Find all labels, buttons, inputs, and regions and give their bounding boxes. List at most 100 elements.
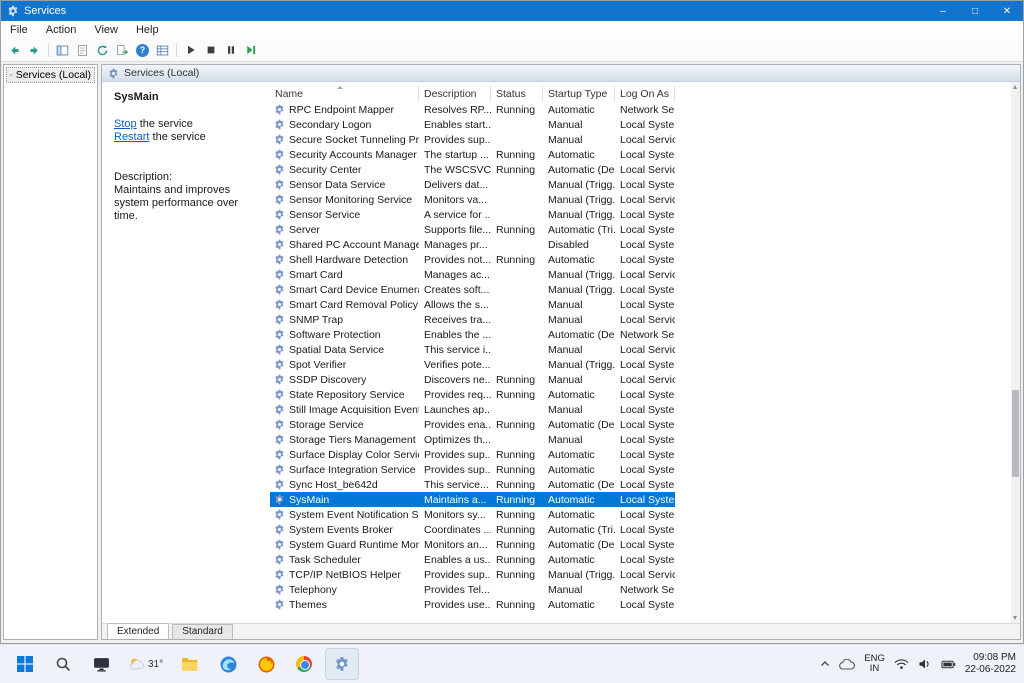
- table-row[interactable]: Software ProtectionEnables the ...Automa…: [270, 327, 675, 342]
- table-row[interactable]: Sensor Monitoring ServiceMonitors va...M…: [270, 192, 675, 207]
- column-header-name[interactable]: Name: [270, 86, 419, 102]
- widgets-weather-button[interactable]: 31°: [122, 648, 169, 680]
- table-row[interactable]: Shared PC Account ManagerManages pr...Di…: [270, 237, 675, 252]
- scrollbar-thumb[interactable]: [1012, 390, 1019, 477]
- table-row[interactable]: System Events BrokerCoordinates ...Runni…: [270, 522, 675, 537]
- service-description: Enables start...: [419, 119, 491, 131]
- clock[interactable]: 09:08 PM22-06-2022: [965, 652, 1016, 676]
- table-row[interactable]: Smart Card Removal PolicyAllows the s...…: [270, 297, 675, 312]
- table-row[interactable]: Surface Display Color ServiceProvides su…: [270, 447, 675, 462]
- table-row[interactable]: SysMainMaintains a...RunningAutomaticLoc…: [270, 492, 675, 507]
- table-row[interactable]: Spot VerifierVerifies pote...Manual (Tri…: [270, 357, 675, 372]
- tree-item-services-local[interactable]: Services (Local): [6, 67, 95, 83]
- console-tree-toggle-button[interactable]: [53, 41, 72, 60]
- services-taskbar-button[interactable]: [325, 648, 359, 680]
- menu-file[interactable]: File: [1, 22, 37, 38]
- title-bar[interactable]: Services – □ ✕: [1, 1, 1023, 21]
- close-button[interactable]: ✕: [991, 1, 1023, 21]
- service-log-on-as: Local Service: [615, 569, 675, 581]
- maximize-button[interactable]: □: [959, 1, 991, 21]
- table-row[interactable]: Sync Host_be642dThis service...RunningAu…: [270, 477, 675, 492]
- search-button[interactable]: [46, 648, 80, 680]
- help-button[interactable]: ?: [133, 41, 152, 60]
- menu-view[interactable]: View: [85, 22, 127, 38]
- refresh-button[interactable]: [93, 41, 112, 60]
- minimize-button[interactable]: –: [927, 1, 959, 21]
- scroll-up-icon[interactable]: [1013, 85, 1017, 89]
- table-row[interactable]: State Repository ServiceProvides req...R…: [270, 387, 675, 402]
- table-row[interactable]: TCP/IP NetBIOS HelperProvides sup...Runn…: [270, 567, 675, 582]
- service-startup-type: Manual: [543, 314, 615, 326]
- scroll-down-icon[interactable]: [1013, 616, 1017, 620]
- firefox-button[interactable]: [249, 648, 283, 680]
- service-log-on-as: Local Service: [615, 194, 675, 206]
- service-log-on-as: Network Se...: [615, 104, 675, 116]
- service-startup-type: Manual (Trigg...: [543, 269, 615, 281]
- table-row[interactable]: System Event Notification S...Monitors s…: [270, 507, 675, 522]
- stop-service-button[interactable]: [201, 41, 220, 60]
- volume-button[interactable]: [918, 658, 932, 670]
- back-button[interactable]: [5, 41, 24, 60]
- table-row[interactable]: Secondary LogonEnables start...ManualLoc…: [270, 117, 675, 132]
- edge-button[interactable]: [211, 648, 245, 680]
- language-indicator[interactable]: ENGIN: [864, 654, 885, 674]
- service-description: Provides sup...: [419, 449, 491, 461]
- column-header-description[interactable]: Description: [419, 86, 491, 102]
- battery-button[interactable]: [941, 658, 956, 671]
- desktop-app-button[interactable]: [84, 648, 118, 680]
- service-log-on-as: Local System: [615, 284, 675, 296]
- table-row[interactable]: SSDP DiscoveryDiscovers ne...RunningManu…: [270, 372, 675, 387]
- file-explorer-button[interactable]: [173, 648, 207, 680]
- table-row[interactable]: Still Image Acquisition EventsLaunches a…: [270, 402, 675, 417]
- wifi-button[interactable]: [894, 658, 909, 670]
- export-list-button[interactable]: [113, 41, 132, 60]
- table-row[interactable]: Secure Socket Tunneling Pro...Provides s…: [270, 132, 675, 147]
- service-startup-type: Manual (Trigg...: [543, 194, 615, 206]
- table-row[interactable]: Task SchedulerEnables a us...RunningAuto…: [270, 552, 675, 567]
- properties-button[interactable]: [73, 41, 92, 60]
- restart-service-button[interactable]: [241, 41, 260, 60]
- table-row[interactable]: Security CenterThe WSCSVC...RunningAutom…: [270, 162, 675, 177]
- table-row[interactable]: Sensor ServiceA service for ...Manual (T…: [270, 207, 675, 222]
- menu-action[interactable]: Action: [37, 22, 86, 38]
- window-title: Services: [24, 5, 66, 17]
- console-tree-icon: [56, 44, 69, 57]
- vertical-scrollbar[interactable]: [1011, 82, 1020, 623]
- table-row[interactable]: ThemesProvides use...RunningAutomaticLoc…: [270, 597, 675, 612]
- pause-service-button[interactable]: [221, 41, 240, 60]
- stop-service-link[interactable]: Stop: [114, 118, 137, 130]
- column-header-status[interactable]: Status: [491, 86, 543, 102]
- table-row[interactable]: System Guard Runtime Mon...Monitors an..…: [270, 537, 675, 552]
- tab-extended[interactable]: Extended: [107, 623, 169, 639]
- selected-service-name: SysMain: [114, 91, 258, 103]
- table-row[interactable]: Security Accounts ManagerThe startup ...…: [270, 147, 675, 162]
- column-header-log-on-as[interactable]: Log On As: [615, 86, 675, 102]
- column-header-startup-type[interactable]: Startup Type: [543, 86, 615, 102]
- table-row[interactable]: ServerSupports file...RunningAutomatic (…: [270, 222, 675, 237]
- list-view-button[interactable]: [153, 41, 172, 60]
- start-service-button[interactable]: [181, 41, 200, 60]
- service-startup-type: Manual: [543, 134, 615, 146]
- forward-button[interactable]: [25, 41, 44, 60]
- chrome-button[interactable]: [287, 648, 321, 680]
- service-name: Server: [289, 224, 320, 236]
- menu-help[interactable]: Help: [127, 22, 168, 38]
- hidden-icons-button[interactable]: [820, 660, 830, 668]
- service-status: Running: [491, 554, 543, 566]
- table-row[interactable]: Sensor Data ServiceDelivers dat...Manual…: [270, 177, 675, 192]
- table-row[interactable]: SNMP TrapReceives tra...ManualLocal Serv…: [270, 312, 675, 327]
- start-button[interactable]: [8, 648, 42, 680]
- tab-standard[interactable]: Standard: [172, 624, 233, 639]
- service-log-on-as: Network Se...: [615, 584, 675, 596]
- table-row[interactable]: RPC Endpoint MapperResolves RP...Running…: [270, 102, 675, 117]
- table-row[interactable]: Storage Tiers ManagementOptimizes th...M…: [270, 432, 675, 447]
- table-row[interactable]: TelephonyProvides Tel...ManualNetwork Se…: [270, 582, 675, 597]
- table-row[interactable]: Smart Card Device Enumerat...Creates sof…: [270, 282, 675, 297]
- table-row[interactable]: Smart CardManages ac...Manual (Trigg...L…: [270, 267, 675, 282]
- table-row[interactable]: Spatial Data ServiceThis service i...Man…: [270, 342, 675, 357]
- table-row[interactable]: Shell Hardware DetectionProvides not...R…: [270, 252, 675, 267]
- table-row[interactable]: Storage ServiceProvides ena...RunningAut…: [270, 417, 675, 432]
- table-row[interactable]: Surface Integration ServiceProvides sup.…: [270, 462, 675, 477]
- onedrive-button[interactable]: [839, 659, 855, 670]
- restart-service-link[interactable]: Restart: [114, 131, 149, 143]
